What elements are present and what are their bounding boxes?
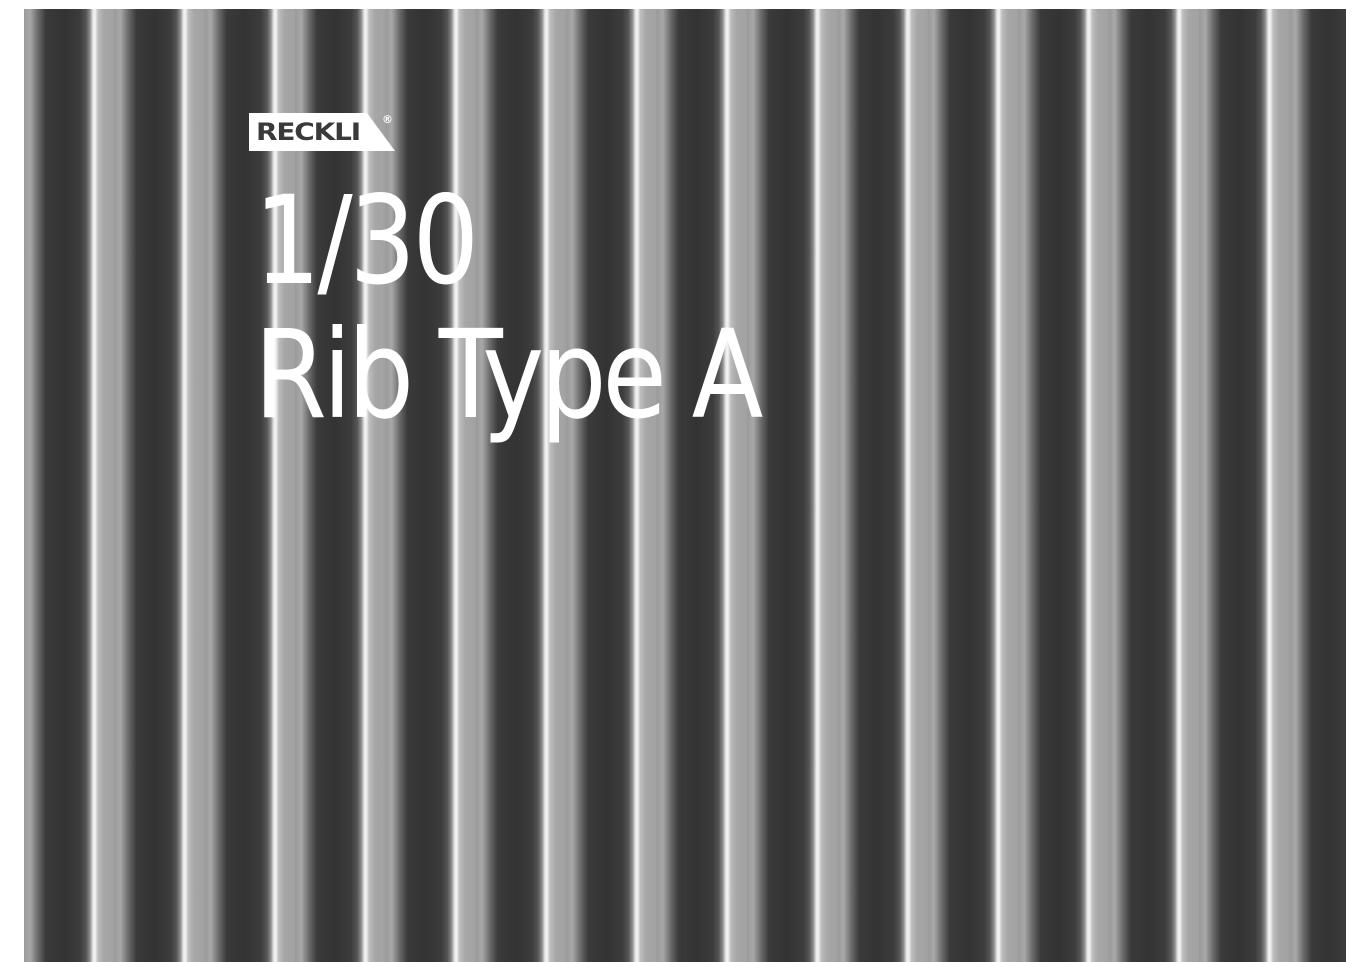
svg-text:®: ® [382,113,393,126]
product-title: 1/30 Rib Type A [254,180,841,436]
product-name: Rib Type A [254,304,763,446]
svg-text:RECKLI: RECKLI [256,118,360,146]
rib-texture-panel [24,9,1346,962]
product-code: 1/30 [254,170,479,312]
reckli-logo: RECKLI ® [249,113,395,151]
